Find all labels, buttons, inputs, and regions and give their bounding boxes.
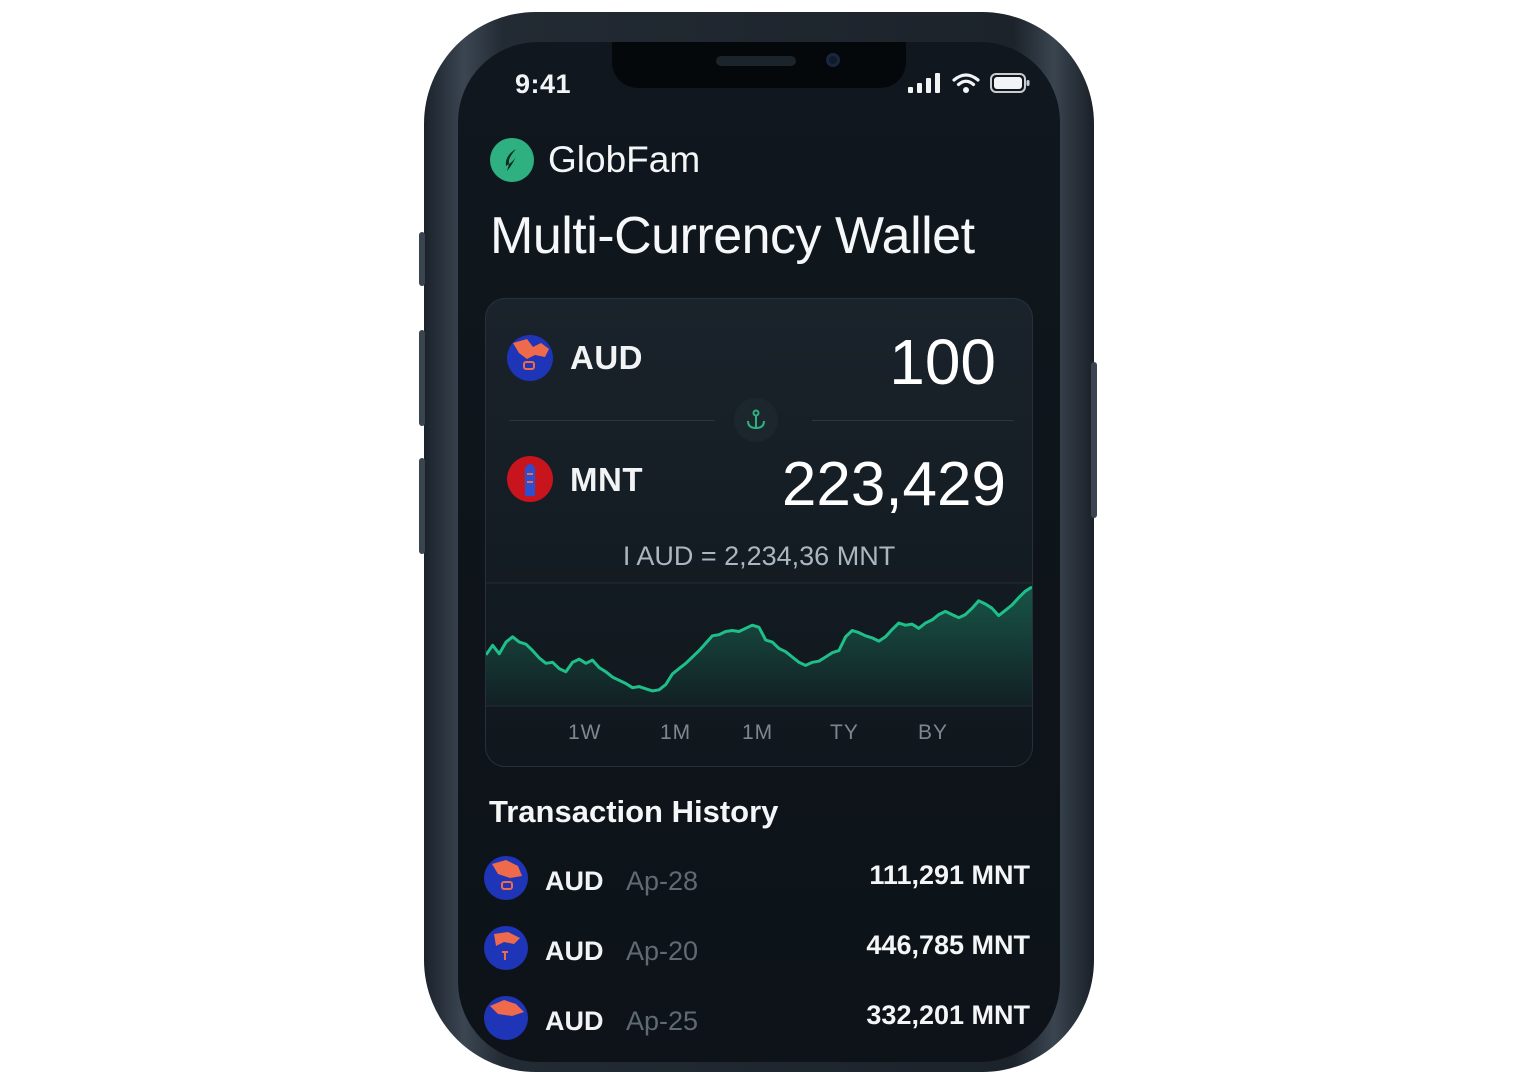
speaker-grille — [716, 56, 796, 66]
rate-chart — [486, 582, 1032, 707]
wifi-icon — [952, 73, 980, 93]
to-amount-value: 223,429 — [781, 450, 1006, 519]
cellular-signal-icon — [908, 73, 940, 93]
front-camera — [826, 53, 840, 67]
transaction-date: Ap-28 — [626, 866, 699, 896]
range-tab-1m-2[interactable]: 1M — [742, 721, 773, 745]
transaction-currency: AUD — [545, 936, 604, 966]
range-tab-1m-1[interactable]: 1M — [660, 721, 691, 745]
transaction-amount: 446,785 MNT — [866, 930, 1030, 960]
from-amount-input[interactable]: 100 — [889, 325, 996, 399]
transaction-date: Ap-20 — [626, 936, 699, 966]
exchange-rate: I AUD = 2,234,36 MNT — [622, 541, 896, 571]
swap-currencies-button[interactable] — [734, 398, 778, 442]
globfam-logo-icon — [490, 138, 534, 182]
status-icons — [908, 70, 1030, 96]
divider-right — [812, 420, 1014, 421]
phone-screen: 9:41 GlobFam Multi-Currency Wallet AUD 1… — [458, 42, 1060, 1062]
transaction-currency: AUD — [545, 866, 604, 896]
volume-down-button — [419, 458, 425, 554]
page-title: Multi-Currency Wallet — [490, 207, 975, 265]
divider-left — [509, 420, 715, 421]
transaction-row[interactable]: AUD Ap-25 332,201 MNT — [484, 996, 1030, 1048]
from-currency-code[interactable]: AUD — [570, 339, 643, 377]
volume-up-button — [419, 330, 425, 426]
to-currency-code[interactable]: MNT — [570, 461, 643, 499]
range-tab-ty-3[interactable]: TY — [830, 721, 859, 745]
app-brand: GlobFam — [490, 138, 700, 182]
transaction-date: Ap-25 — [626, 1006, 699, 1036]
status-time: 9:41 — [515, 69, 572, 99]
battery-icon — [990, 73, 1030, 93]
aud-flag-icon — [484, 996, 528, 1040]
range-tab-1w-0[interactable]: 1W — [568, 721, 602, 745]
power-button — [1091, 362, 1097, 518]
transaction-row[interactable]: AUD Ap-20 446,785 MNT — [484, 926, 1030, 978]
silent-switch — [419, 232, 425, 286]
range-selector: 1W 1M 1M TY BY — [486, 721, 1032, 751]
mnt-flag-icon — [507, 456, 553, 502]
converter-card: AUD 100 MNT 223,429 I AUD = 2,234,36 MNT — [485, 298, 1033, 767]
aud-flag-icon — [484, 926, 528, 970]
chart-area — [486, 587, 1032, 706]
aud-flag-icon — [507, 335, 553, 381]
transaction-amount: 332,201 MNT — [866, 1000, 1030, 1030]
aud-flag-icon — [484, 856, 528, 900]
range-tab-by-4[interactable]: BY — [918, 721, 948, 745]
transaction-currency: AUD — [545, 1006, 604, 1036]
notch — [612, 42, 906, 88]
transaction-row[interactable]: AUD Ap-28 111,291 MNT — [484, 856, 1030, 908]
app-name: GlobFam — [548, 139, 701, 180]
transaction-amount: 111,291 MNT — [869, 860, 1030, 890]
transaction-history-title: Transaction History — [489, 794, 779, 829]
swap-anchor-icon — [747, 409, 765, 430]
